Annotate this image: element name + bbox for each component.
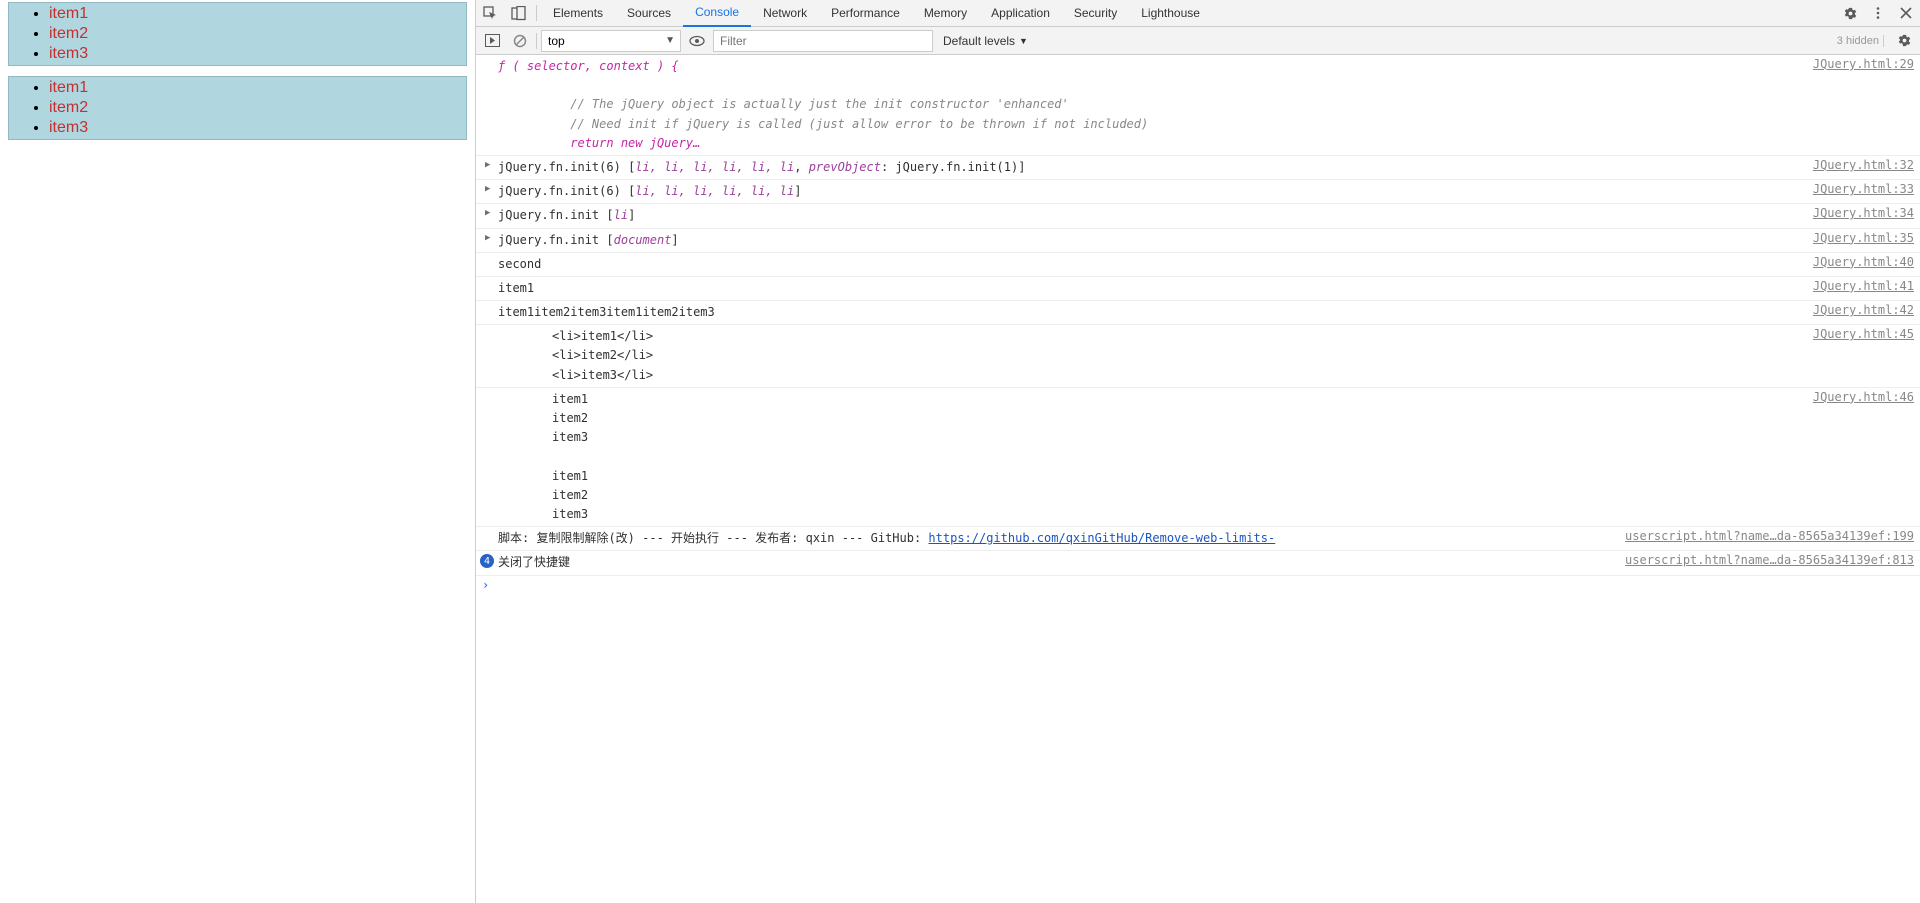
clear-console-icon[interactable] — [508, 29, 532, 53]
console-row[interactable]: ƒ ( selector, context ) { // The jQuery … — [476, 55, 1920, 156]
console-row[interactable]: item1 item2 item3 item1 item2 item3 JQue… — [476, 388, 1920, 527]
log-levels-select[interactable]: Default levels ▼ — [937, 30, 1034, 52]
source-link[interactable]: JQuery.html:46 — [1803, 390, 1914, 404]
tab-security[interactable]: Security — [1062, 0, 1129, 27]
expand-icon[interactable]: ▶ — [485, 233, 490, 243]
list-item: item1 — [49, 4, 464, 24]
code-text: jQuery.fn.init — [498, 208, 599, 222]
code-text: jQuery.fn.init — [498, 233, 599, 247]
tab-memory[interactable]: Memory — [912, 0, 979, 27]
prompt-icon: › — [482, 578, 489, 592]
console-row[interactable]: ▶ jQuery.fn.init(6) [li, li, li, li, li,… — [476, 156, 1920, 180]
source-link[interactable]: userscript.html?name…da-8565a34139ef:813 — [1615, 553, 1914, 567]
log-text: 脚本: 复制限制解除(改) --- 开始执行 --- 发布者: qxin ---… — [498, 531, 928, 545]
console-row[interactable]: ▶ jQuery.fn.init(6) [li, li, li, li, li,… — [476, 180, 1920, 204]
console-prompt[interactable]: › — [476, 576, 1920, 594]
code-text: // The jQuery object is actually just th… — [570, 97, 1069, 111]
separator — [536, 33, 537, 49]
console-output[interactable]: ƒ ( selector, context ) { // The jQuery … — [476, 55, 1920, 903]
code-text: ƒ ( selector, context ) { — [498, 59, 679, 73]
console-toolbar: ▼ Default levels ▼ 3 hidden — [476, 27, 1920, 55]
context-select[interactable] — [541, 30, 681, 52]
console-row[interactable]: item1item2item3item1item2item3 JQuery.ht… — [476, 301, 1920, 325]
hidden-messages-count[interactable]: 3 hidden — [1837, 35, 1884, 47]
more-icon[interactable] — [1864, 0, 1892, 27]
tab-elements[interactable]: Elements — [541, 0, 615, 27]
source-link[interactable]: JQuery.html:33 — [1803, 182, 1914, 196]
expand-icon[interactable]: ▶ — [485, 208, 490, 218]
source-link[interactable]: JQuery.html:34 — [1803, 206, 1914, 220]
inspect-icon[interactable] — [476, 0, 504, 27]
list-item: item2 — [49, 98, 464, 118]
source-link[interactable]: JQuery.html:32 — [1803, 158, 1914, 172]
code-text: jQuery.fn.init(6) — [498, 184, 621, 198]
tab-sources[interactable]: Sources — [615, 0, 683, 27]
device-toggle-icon[interactable] — [504, 0, 532, 27]
source-link[interactable]: JQuery.html:35 — [1803, 231, 1914, 245]
live-expression-icon[interactable] — [685, 29, 709, 53]
settings-icon[interactable] — [1836, 0, 1864, 27]
log-text: 关闭了快捷键 — [498, 553, 1615, 572]
code-text: jQuery.fn.init(6) — [498, 160, 621, 174]
console-row[interactable]: 脚本: 复制限制解除(改) --- 开始执行 --- 发布者: qxin ---… — [476, 527, 1920, 551]
log-text: item1 — [498, 279, 1803, 298]
code-text: li, li, li, li, li, li — [635, 184, 794, 198]
tab-network[interactable]: Network — [751, 0, 819, 27]
console-row[interactable]: second JQuery.html:40 — [476, 253, 1920, 277]
console-row[interactable]: 4 关闭了快捷键 userscript.html?name…da-8565a34… — [476, 551, 1920, 575]
tab-console[interactable]: Console — [683, 0, 751, 27]
expand-icon[interactable]: ▶ — [485, 160, 490, 170]
log-text: item1 item2 item3 item1 item2 item3 — [498, 390, 1803, 524]
log-text: <li>item1</li> <li>item2</li> <li>item3<… — [498, 327, 1803, 385]
source-link[interactable]: JQuery.html:41 — [1803, 279, 1914, 293]
code-text: prevObject — [809, 160, 881, 174]
console-settings-icon[interactable] — [1892, 29, 1916, 53]
rendered-page: item1 item2 item3 item1 item2 item3 — [0, 0, 475, 903]
source-link[interactable]: JQuery.html:45 — [1803, 327, 1914, 341]
tab-lighthouse[interactable]: Lighthouse — [1129, 0, 1212, 27]
sidebar-toggle-icon[interactable] — [480, 29, 504, 53]
source-link[interactable]: JQuery.html:42 — [1803, 303, 1914, 317]
console-row[interactable]: <li>item1</li> <li>item2</li> <li>item3<… — [476, 325, 1920, 388]
console-row[interactable]: ▶ jQuery.fn.init [document] JQuery.html:… — [476, 229, 1920, 253]
list-item: item3 — [49, 118, 464, 138]
info-badge: 4 — [480, 554, 494, 568]
separator — [536, 5, 537, 21]
devtools-panel: Elements Sources Console Network Perform… — [475, 0, 1920, 903]
tab-performance[interactable]: Performance — [819, 0, 912, 27]
tab-application[interactable]: Application — [979, 0, 1062, 27]
source-link[interactable]: userscript.html?name…da-8565a34139ef:199 — [1615, 529, 1914, 543]
console-row[interactable]: ▶ jQuery.fn.init [li] JQuery.html:34 — [476, 204, 1920, 228]
code-text: li — [614, 208, 628, 222]
code-text: return new jQuery… — [570, 136, 700, 150]
list-item: item3 — [49, 44, 464, 64]
list-2: item1 item2 item3 — [8, 76, 467, 140]
expand-icon[interactable]: ▶ — [485, 184, 490, 194]
code-text: jQuery.fn.init(1) — [895, 160, 1018, 174]
devtools-tabbar: Elements Sources Console Network Perform… — [476, 0, 1920, 27]
close-icon[interactable] — [1892, 0, 1920, 27]
log-text: item1item2item3item1item2item3 — [498, 303, 1803, 322]
log-levels-label: Default levels — [943, 34, 1015, 48]
list-1: item1 item2 item3 — [8, 2, 467, 66]
code-text: // Need init if jQuery is called (just a… — [570, 117, 1148, 131]
source-link[interactable]: JQuery.html:29 — [1803, 57, 1914, 71]
log-text: second — [498, 255, 1803, 274]
source-link[interactable]: JQuery.html:40 — [1803, 255, 1914, 269]
code-text: li, li, li, li, li, li — [635, 160, 794, 174]
list-item: item2 — [49, 24, 464, 44]
code-text: document — [614, 233, 672, 247]
filter-input[interactable] — [713, 30, 933, 52]
console-row[interactable]: item1 JQuery.html:41 — [476, 277, 1920, 301]
list-item: item1 — [49, 78, 464, 98]
github-link[interactable]: https://github.com/qxinGitHub/Remove-web… — [928, 531, 1275, 545]
chevron-down-icon: ▼ — [1019, 36, 1028, 46]
